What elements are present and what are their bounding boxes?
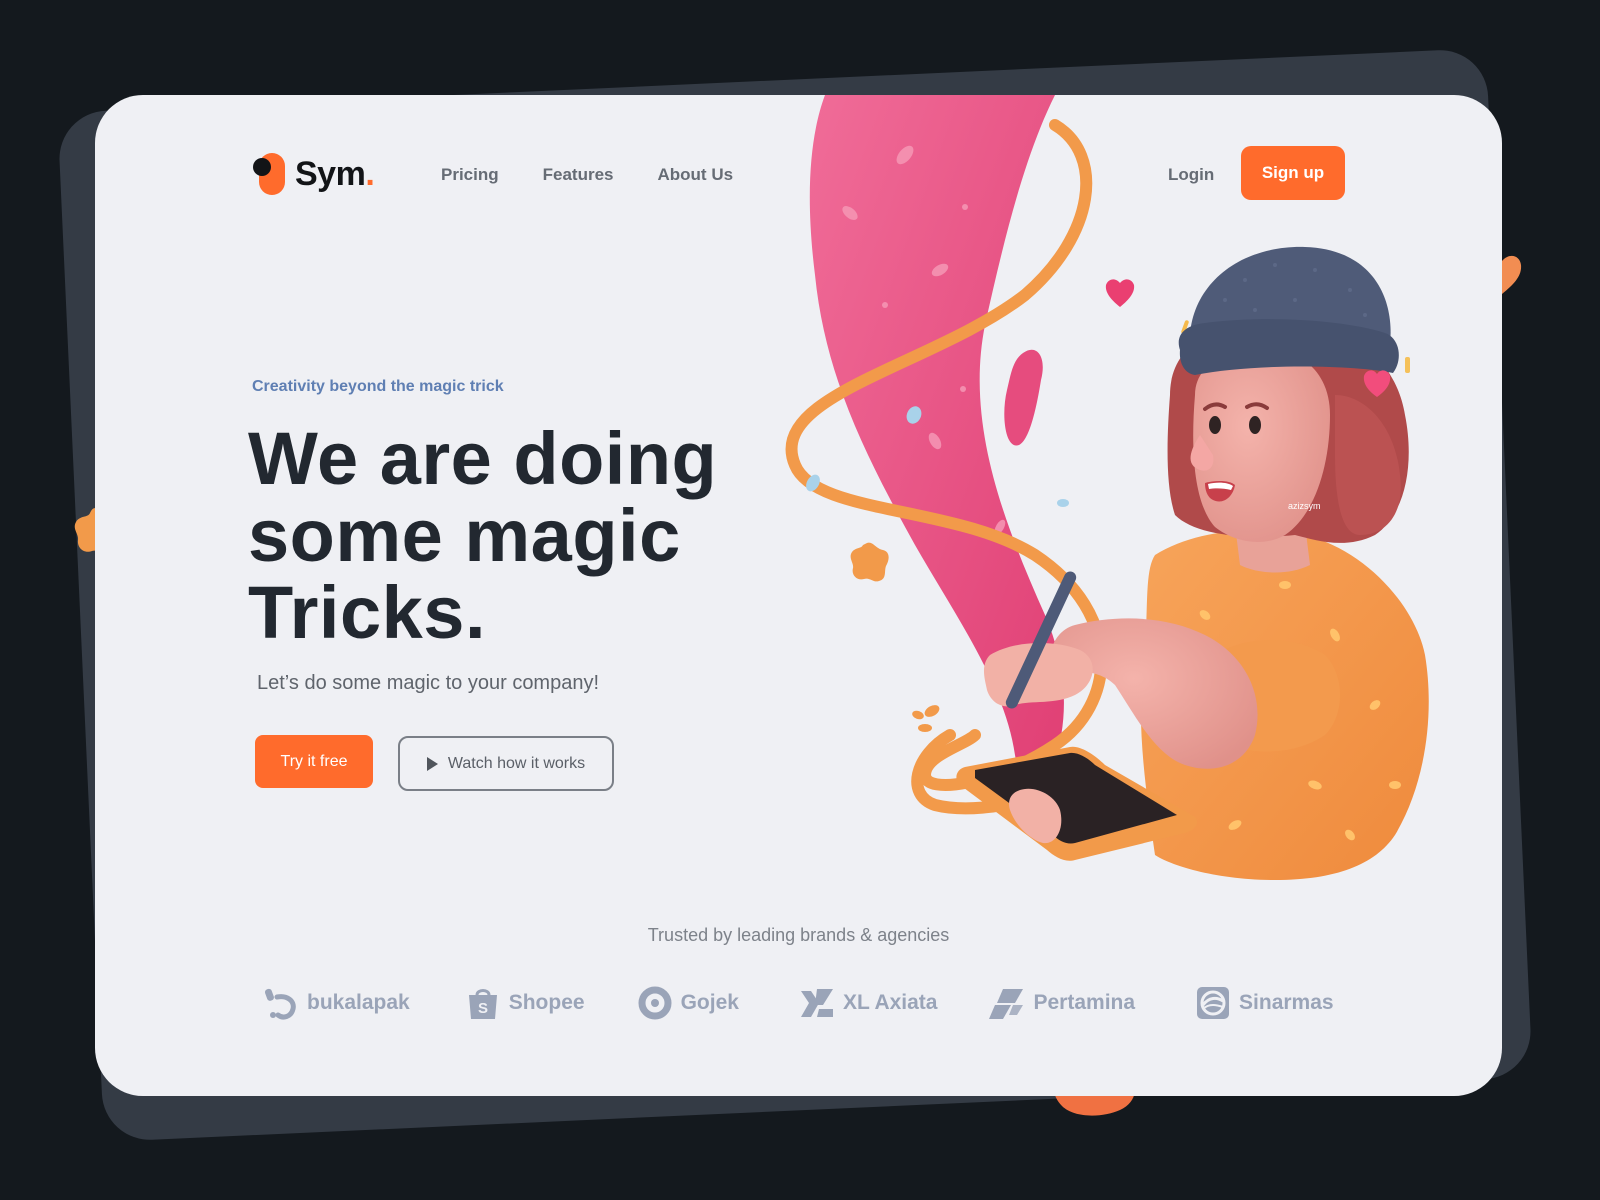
pink-blob [1004, 349, 1043, 446]
left-eye [1209, 416, 1221, 434]
brand-pertamina: Pertamina [989, 985, 1135, 1021]
nav-pricing[interactable]: Pricing [441, 165, 499, 185]
brand-bukalapak: bukalapak [263, 985, 410, 1021]
try-it-free-button[interactable]: Try it free [255, 735, 373, 788]
headline-line-3: Tricks. [248, 571, 487, 654]
nav-about-us[interactable]: About Us [658, 165, 734, 185]
pertamina-icon [989, 989, 1024, 1019]
gojek-icon [638, 986, 672, 1020]
watch-how-it-works-label: Watch how it works [447, 754, 586, 772]
water-drop [1057, 499, 1069, 507]
watch-how-it-works-button[interactable]: Watch how it works [398, 736, 614, 791]
orange-star-blob [850, 542, 889, 582]
nav-features[interactable]: Features [543, 165, 614, 185]
trusted-label: Trusted by leading brands & agencies [647, 925, 950, 945]
brand-bukalapak-label: bukalapak [307, 991, 410, 1014]
brand-sinarmas-label: Sinarmas [1239, 991, 1334, 1014]
hero-subtitle: Let’s do some magic to your company! [257, 672, 600, 694]
main-nav: Pricing Features About Us [441, 165, 733, 185]
brand-gojek: Gojek [637, 985, 739, 1021]
brand-name: Sym. [295, 154, 375, 193]
shopee-bag-icon: S [468, 989, 497, 1019]
illustration-signature: azizsym [1288, 501, 1321, 511]
sinarmas-icon [1197, 987, 1230, 1019]
brand-sinarmas: Sinarmas [1195, 985, 1334, 1021]
brand-xl-axiata-label: XL Axiata [842, 991, 938, 1014]
brand-pertamina-label: Pertamina [1033, 991, 1136, 1014]
brand-shopee-label: Shopee [508, 991, 585, 1014]
logo-mark-icon [253, 153, 287, 195]
svg-text:S: S [478, 1000, 488, 1017]
bukalapak-icon [264, 988, 296, 1020]
pink-heart [1105, 279, 1135, 307]
brand-shopee: S Shopee [465, 985, 585, 1021]
headline-line-2: some magic [248, 494, 681, 577]
headline-line-1: We are doing [248, 417, 718, 500]
brand-logos-row: bukalapak S Shopee Gojek XL Axiata Perta… [263, 985, 1334, 1021]
brand-xl-axiata: XL Axiata [799, 985, 938, 1021]
right-eye [1249, 416, 1261, 434]
brand-gojek-label: Gojek [680, 991, 739, 1014]
landing-card: Sym. Pricing Features About Us Login Sig… [95, 95, 1502, 1096]
play-icon [426, 756, 438, 771]
hero-headline: We are doing some magic Tricks. [248, 420, 808, 651]
xl-axiata-icon [800, 989, 833, 1017]
hero-eyebrow: Creativity beyond the magic trick [252, 378, 504, 395]
brand-logo[interactable]: Sym. [253, 153, 375, 195]
hero-illustration: azizsym [785, 95, 1429, 880]
